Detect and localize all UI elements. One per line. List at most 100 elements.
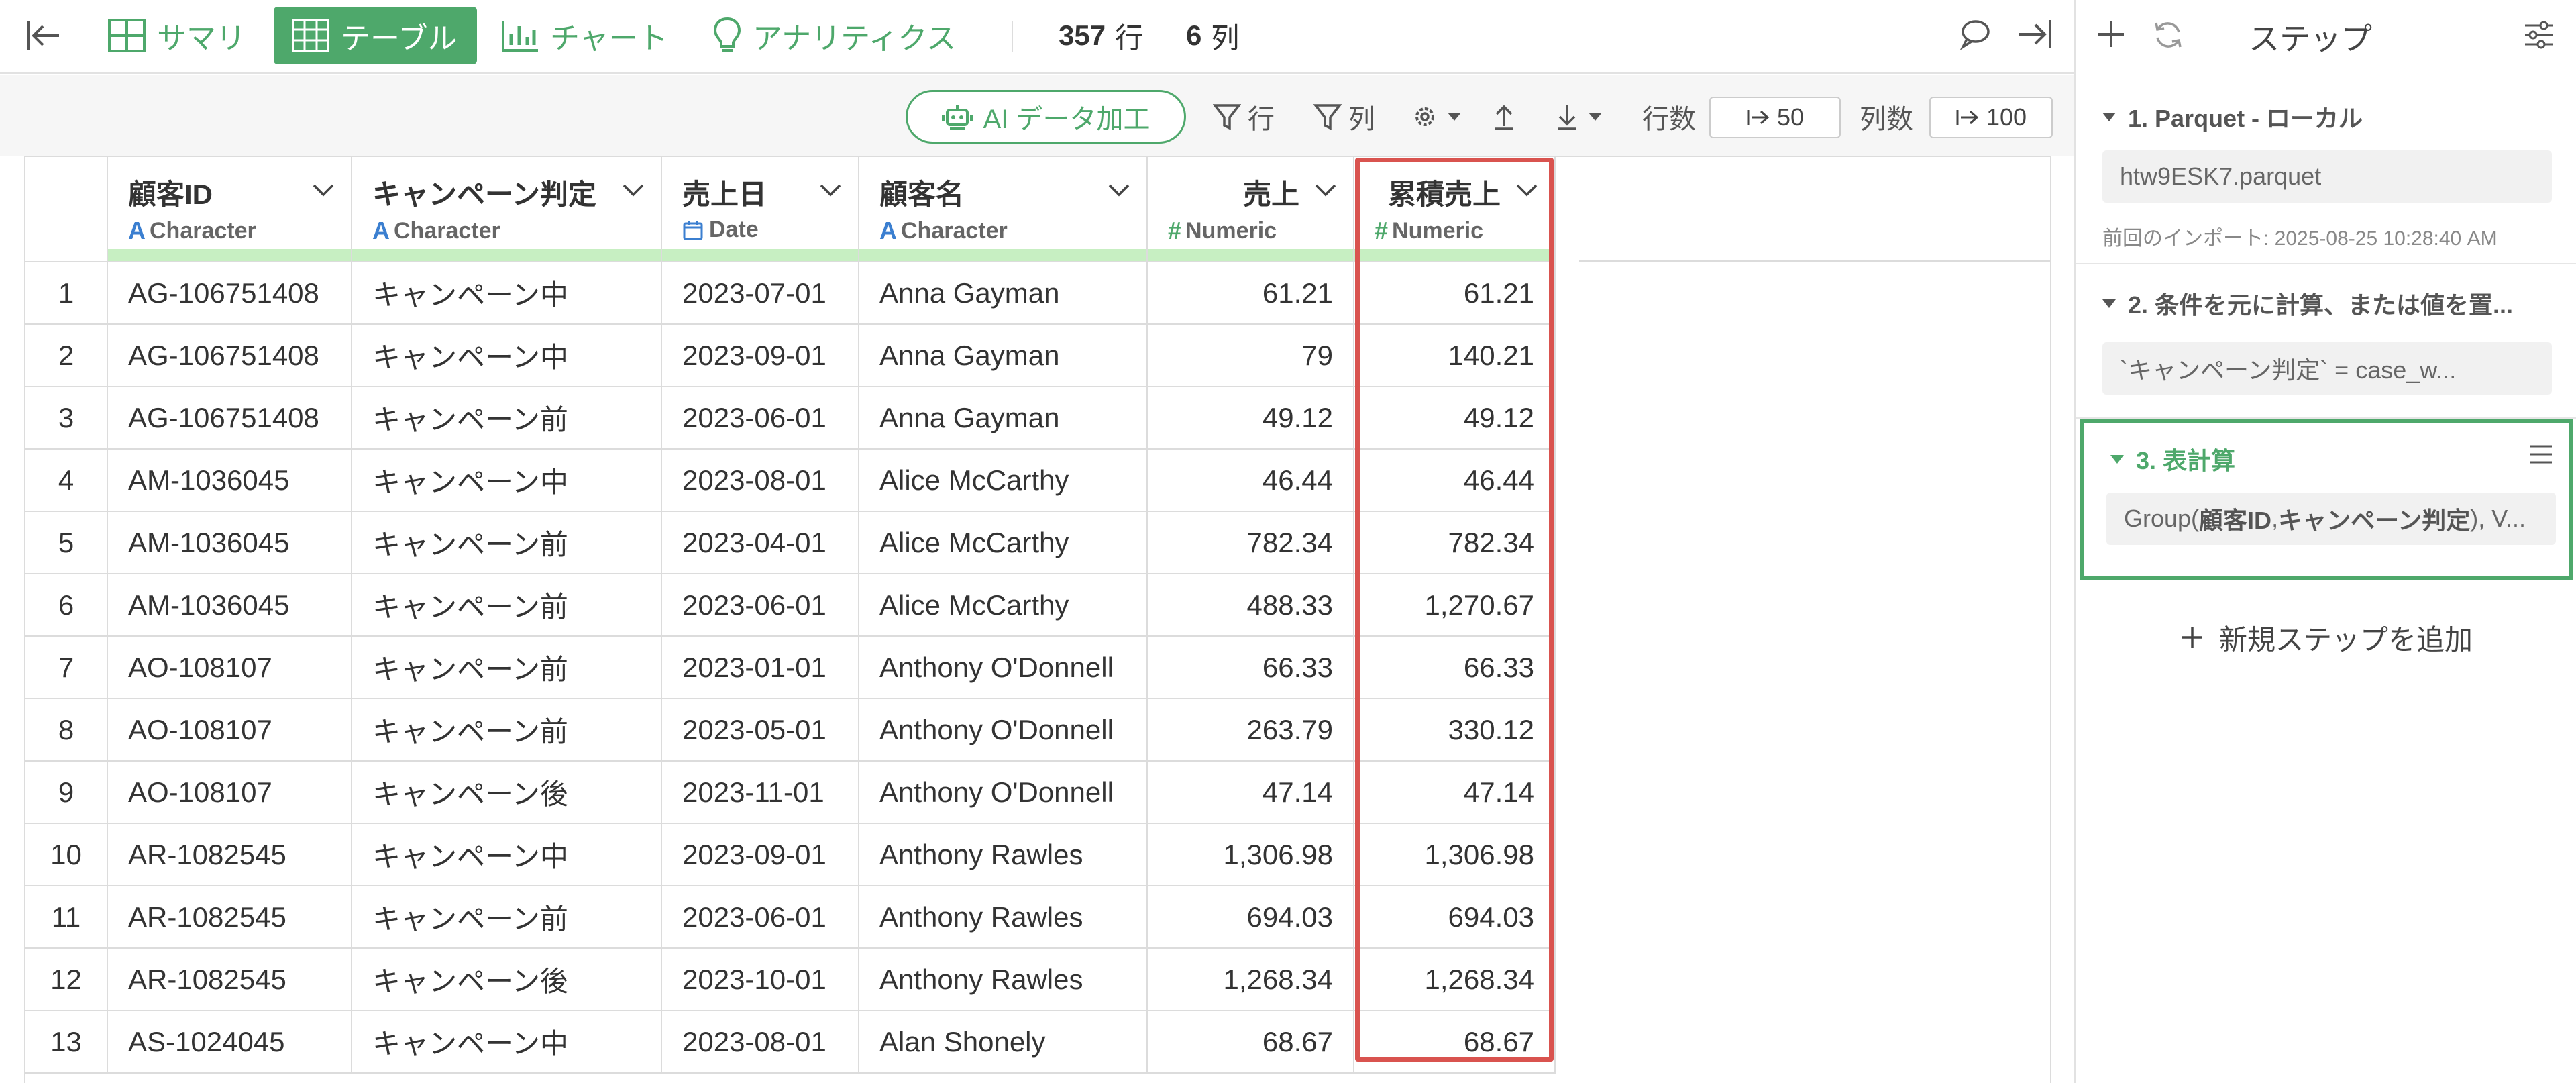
- cell-customer-name[interactable]: Anna Gayman: [859, 386, 1148, 450]
- cell-customer-name[interactable]: Anthony Rawles: [859, 886, 1148, 949]
- cell-sales-date[interactable]: 2023-11-01: [661, 761, 859, 824]
- step-detail[interactable]: `キャンペーン判定` = case_w...: [2102, 342, 2552, 395]
- cell-sales[interactable]: 47.14: [1147, 761, 1354, 824]
- cell-cumulative-sales[interactable]: 61.21: [1354, 262, 1556, 325]
- cell-sales-date[interactable]: 2023-09-01: [661, 823, 859, 886]
- export-button[interactable]: [1491, 90, 1524, 144]
- collapse-left-button[interactable]: [24, 7, 72, 64]
- cell-campaign[interactable]: キャンペーン前: [352, 511, 662, 574]
- step-title[interactable]: 1. Parquet - ローカル: [2102, 99, 2363, 134]
- table-row[interactable]: 3 AG-106751408 キャンペーン前 2023-06-01 Anna Gayma…: [25, 386, 1556, 450]
- table-row[interactable]: 8 AO-108107 キャンペーン前 2023-05-01 Anthony O'Don…: [25, 699, 1556, 762]
- chevron-down-icon[interactable]: [1108, 183, 1130, 197]
- cell-customer-id[interactable]: AO-108107: [107, 636, 352, 699]
- cell-customer-id[interactable]: AG-106751408: [107, 386, 352, 450]
- table-row[interactable]: 10 AR-1082545 キャンペーン中 2023-09-01 Anthony Raw…: [25, 823, 1556, 886]
- cell-sales[interactable]: 263.79: [1147, 699, 1354, 762]
- cell-sales[interactable]: 68.67: [1147, 1011, 1354, 1074]
- cell-cumulative-sales[interactable]: 782.34: [1354, 511, 1556, 574]
- column-header-sales-date[interactable]: 売上日 Date: [661, 157, 859, 262]
- table-row[interactable]: 2 AG-106751408 キャンペーン中 2023-09-01 Anna Gayma…: [25, 324, 1556, 387]
- chevron-down-icon[interactable]: [622, 183, 645, 197]
- cell-cumulative-sales[interactable]: 47.14: [1354, 761, 1556, 824]
- cell-sales[interactable]: 46.44: [1147, 449, 1354, 512]
- step-title[interactable]: 3. 表計算: [2110, 442, 2235, 476]
- cell-sales[interactable]: 1,306.98: [1147, 823, 1354, 886]
- add-button[interactable]: [2096, 19, 2127, 53]
- cell-cumulative-sales[interactable]: 1,270.67: [1354, 574, 1556, 637]
- chevron-down-icon[interactable]: [819, 183, 842, 197]
- cell-customer-name[interactable]: Anthony Rawles: [859, 948, 1148, 1011]
- tab-summary[interactable]: サマリ: [107, 7, 246, 64]
- tab-analytics[interactable]: アナリティクス: [712, 7, 956, 64]
- cell-sales-date[interactable]: 2023-07-01: [661, 262, 859, 325]
- column-filter-button[interactable]: 列: [1313, 90, 1375, 144]
- cell-sales[interactable]: 488.33: [1147, 574, 1354, 637]
- cell-customer-id[interactable]: AM-1036045: [107, 511, 352, 574]
- cell-sales-date[interactable]: 2023-06-01: [661, 386, 859, 450]
- step-parquet-import[interactable]: 1. Parquet - ローカル htw9ESK7.parquet 前回のイン…: [2076, 74, 2576, 264]
- row-filter-button[interactable]: 行: [1213, 90, 1275, 144]
- cell-cumulative-sales[interactable]: 1,268.34: [1354, 948, 1556, 1011]
- column-header-sales[interactable]: 売上 # Numeric: [1147, 157, 1354, 262]
- cell-campaign[interactable]: キャンペーン中: [352, 1011, 662, 1074]
- tab-table[interactable]: テーブル: [274, 7, 477, 64]
- cell-sales-date[interactable]: 2023-01-01: [661, 636, 859, 699]
- panel-settings-button[interactable]: [2524, 20, 2555, 53]
- chevron-down-icon[interactable]: [1515, 183, 1538, 197]
- cell-campaign[interactable]: キャンペーン中: [352, 324, 662, 387]
- column-header-campaign[interactable]: キャンペーン判定 A Character: [352, 157, 662, 262]
- cell-cumulative-sales[interactable]: 68.67: [1354, 1011, 1556, 1074]
- table-row[interactable]: 12 AR-1082545 キャンペーン後 2023-10-01 Anthony Raw…: [25, 948, 1556, 1011]
- cell-sales[interactable]: 782.34: [1147, 511, 1354, 574]
- cell-customer-name[interactable]: Anthony O'Donnell: [859, 699, 1148, 762]
- cell-customer-name[interactable]: Alice McCarthy: [859, 574, 1148, 637]
- cell-campaign[interactable]: キャンペーン前: [352, 886, 662, 949]
- table-row[interactable]: 1 AG-106751408 キャンペーン中 2023-07-01 Anna Gayma…: [25, 262, 1556, 325]
- cell-sales-date[interactable]: 2023-05-01: [661, 699, 859, 762]
- cell-campaign[interactable]: キャンペーン中: [352, 823, 662, 886]
- cell-customer-id[interactable]: AR-1082545: [107, 948, 352, 1011]
- cell-campaign[interactable]: キャンペーン後: [352, 761, 662, 824]
- cell-customer-id[interactable]: AR-1082545: [107, 823, 352, 886]
- cell-sales[interactable]: 61.21: [1147, 262, 1354, 325]
- cell-customer-id[interactable]: AO-108107: [107, 699, 352, 762]
- cell-cumulative-sales[interactable]: 330.12: [1354, 699, 1556, 762]
- table-row[interactable]: 7 AO-108107 キャンペーン前 2023-01-01 Anthony O'Don…: [25, 636, 1556, 699]
- cell-campaign[interactable]: キャンペーン後: [352, 948, 662, 1011]
- cell-campaign[interactable]: キャンペーン中: [352, 262, 662, 325]
- cell-customer-id[interactable]: AS-1024045: [107, 1011, 352, 1074]
- chevron-down-icon[interactable]: [312, 183, 335, 197]
- refresh-button[interactable]: [2152, 19, 2184, 54]
- cell-cumulative-sales[interactable]: 1,306.98: [1354, 823, 1556, 886]
- cell-customer-id[interactable]: AG-106751408: [107, 262, 352, 325]
- step-menu-button[interactable]: [2528, 443, 2555, 469]
- cell-cumulative-sales[interactable]: 49.12: [1354, 386, 1556, 450]
- cell-sales-date[interactable]: 2023-08-01: [661, 449, 859, 512]
- step-conditional-calc[interactable]: 2. 条件を元に計算、または値を置... `キャンペーン判定` = case_w…: [2076, 264, 2576, 419]
- cell-campaign[interactable]: キャンペーン前: [352, 574, 662, 637]
- cell-customer-name[interactable]: Anna Gayman: [859, 262, 1148, 325]
- cell-sales[interactable]: 1,268.34: [1147, 948, 1354, 1011]
- cell-sales[interactable]: 66.33: [1147, 636, 1354, 699]
- comment-button[interactable]: [1959, 17, 1991, 53]
- cell-sales-date[interactable]: 2023-09-01: [661, 324, 859, 387]
- cell-sales[interactable]: 694.03: [1147, 886, 1354, 949]
- tab-chart[interactable]: チャート: [500, 7, 668, 64]
- table-row[interactable]: 4 AM-1036045 キャンペーン中 2023-08-01 Alice McCart…: [25, 449, 1556, 512]
- column-header-cumulative-sales[interactable]: 累積売上 # Numeric: [1354, 157, 1556, 262]
- cell-sales[interactable]: 79: [1147, 324, 1354, 387]
- cell-sales-date[interactable]: 2023-06-01: [661, 886, 859, 949]
- cell-customer-id[interactable]: AM-1036045: [107, 574, 352, 637]
- chevron-down-icon[interactable]: [1314, 183, 1337, 197]
- settings-dropdown-button[interactable]: [1410, 90, 1469, 144]
- step-table-calculation[interactable]: 3. 表計算 Group(顧客ID, キャンペーン判定), V...: [2080, 419, 2573, 580]
- cell-campaign[interactable]: キャンペーン中: [352, 449, 662, 512]
- step-title[interactable]: 2. 条件を元に計算、または値を置...: [2102, 286, 2513, 321]
- cell-customer-id[interactable]: AO-108107: [107, 761, 352, 824]
- cell-campaign[interactable]: キャンペーン前: [352, 699, 662, 762]
- cell-cumulative-sales[interactable]: 694.03: [1354, 886, 1556, 949]
- cell-cumulative-sales[interactable]: 66.33: [1354, 636, 1556, 699]
- add-new-step-button[interactable]: 新規ステップを追加: [2076, 604, 2576, 671]
- cell-customer-name[interactable]: Alice McCarthy: [859, 449, 1148, 512]
